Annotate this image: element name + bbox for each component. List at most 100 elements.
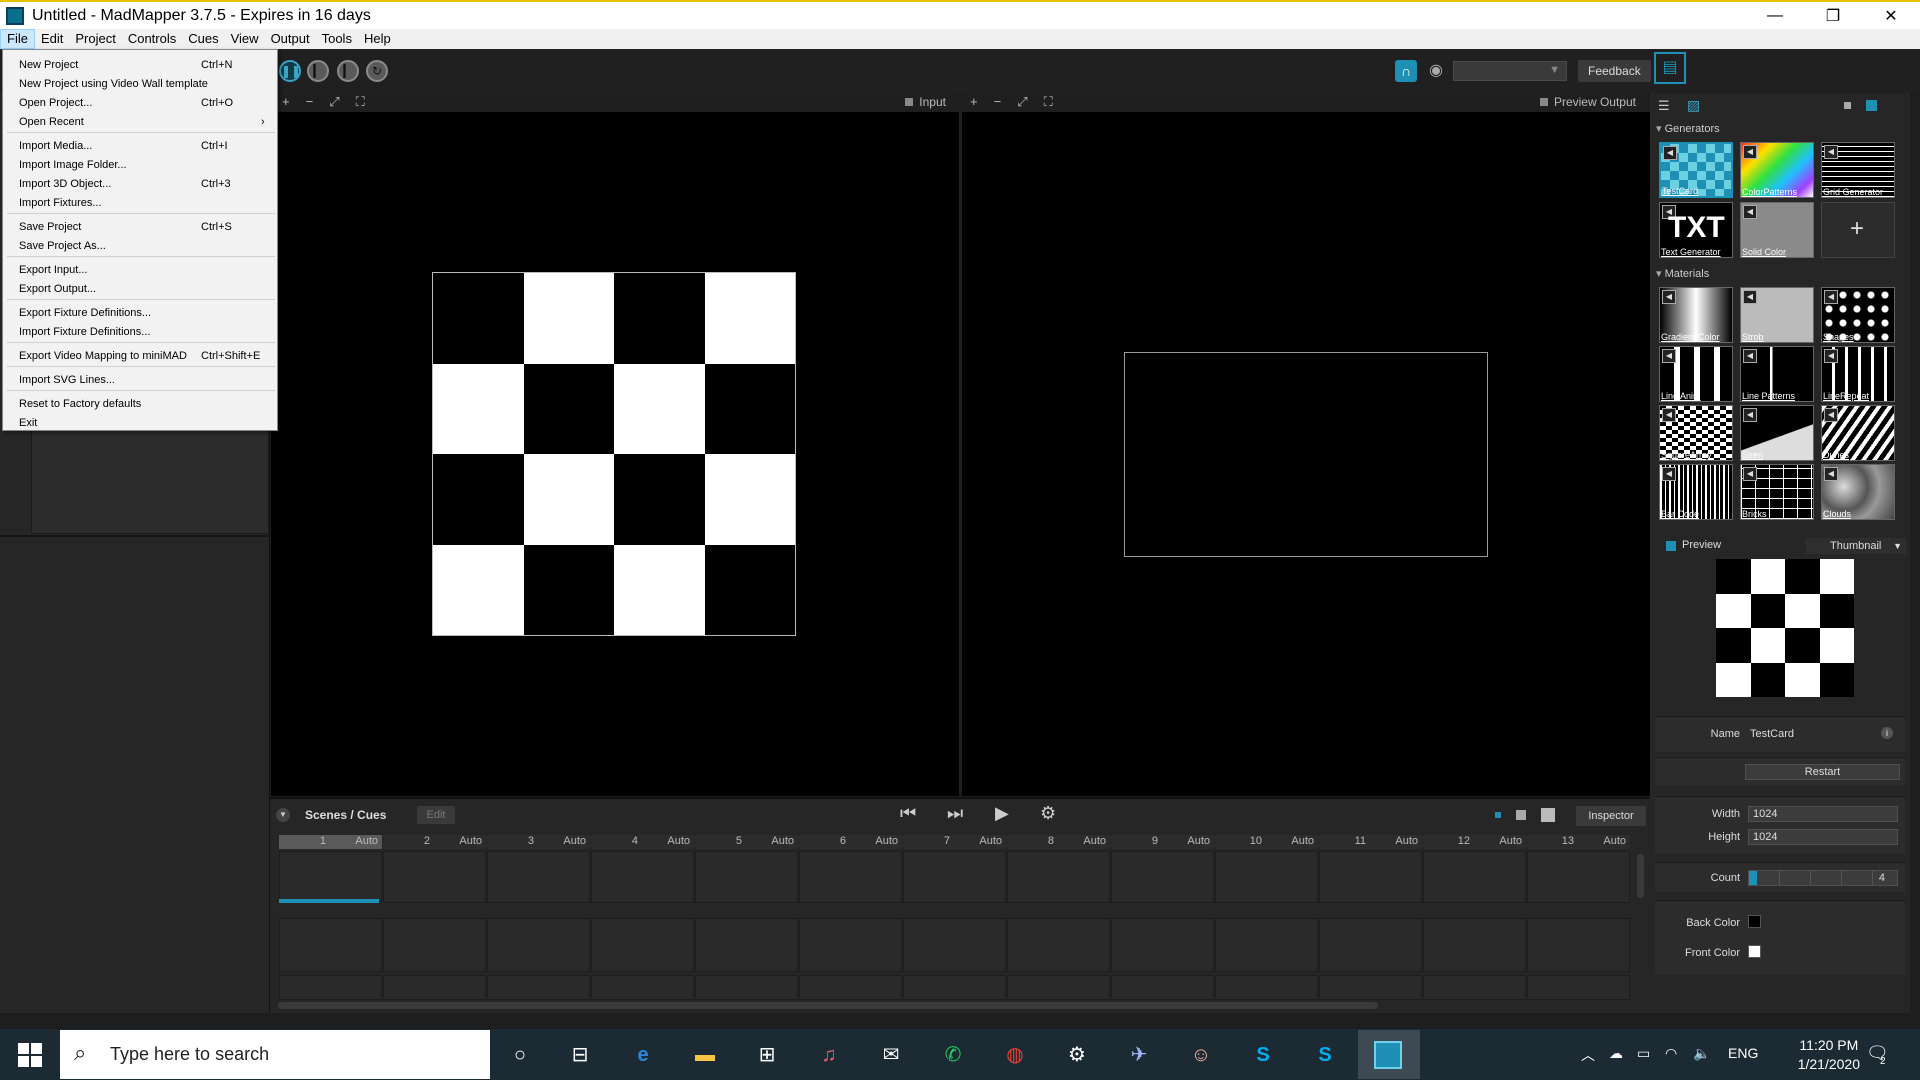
tile-gradient-color[interactable]: ◀ Gradient Color <box>1659 287 1733 343</box>
small-view-icon[interactable] <box>1495 812 1501 818</box>
file-menu-item[interactable]: Save Project <box>19 218 81 236</box>
output-select[interactable]: ▼ <box>1453 61 1567 81</box>
cue-cell[interactable] <box>591 851 694 903</box>
skype-icon[interactable]: S <box>1248 1040 1278 1070</box>
cue-cell[interactable] <box>799 851 902 903</box>
tile-squarearray[interactable]: ◀ SquareArray <box>1659 405 1733 461</box>
skip-previous-icon[interactable]: ⏮ <box>900 803 916 824</box>
feedback-button[interactable]: Feedback <box>1578 60 1651 82</box>
menu-cues[interactable]: Cues <box>182 29 224 49</box>
cue-cell[interactable] <box>903 975 1006 1000</box>
magnet-icon[interactable]: ∩ <box>1395 60 1417 82</box>
height-field[interactable]: 1024 <box>1748 829 1898 845</box>
cue-cell[interactable] <box>487 851 590 903</box>
materials-title[interactable]: Materials <box>1656 267 1710 280</box>
cue-cell[interactable] <box>1007 918 1110 972</box>
frame-icon[interactable]: ⛶ <box>1044 94 1053 110</box>
file-menu-item[interactable]: Export Fixture Definitions... <box>19 304 151 322</box>
tile-text-generator[interactable]: ◀ TXT Text Generator <box>1659 202 1733 258</box>
file-menu-item[interactable]: Import Fixtures... <box>19 194 102 212</box>
cue-cell[interactable] <box>383 851 486 903</box>
count-slider[interactable]: 4 <box>1748 870 1898 886</box>
cue-cell[interactable] <box>903 918 1006 972</box>
cue-cell[interactable] <box>695 851 798 903</box>
cue-cell[interactable] <box>591 975 694 1000</box>
volume-icon[interactable]: 🔈 <box>1693 1045 1710 1062</box>
tile-strob[interactable]: ◀ Strob <box>1740 287 1814 343</box>
file-menu-item[interactable]: Save Project As... <box>19 237 106 255</box>
large-tile-icon[interactable] <box>1866 100 1877 111</box>
battery-icon[interactable]: ▭ <box>1637 1045 1650 1062</box>
preview-toggle[interactable] <box>1666 541 1676 551</box>
medium-view-icon[interactable] <box>1516 810 1526 820</box>
menu-tools[interactable]: Tools <box>316 29 358 49</box>
cue-cell[interactable] <box>1319 975 1422 1000</box>
eye-icon[interactable]: ◉ <box>1425 60 1447 82</box>
file-menu-item[interactable]: Export Input... <box>19 261 87 279</box>
fit-icon[interactable]: ⤢ <box>329 94 339 110</box>
menu-file[interactable]: File <box>0 29 35 49</box>
zoom-out-icon[interactable]: − <box>306 94 314 110</box>
file-menu-item[interactable]: Import Media... <box>19 137 92 155</box>
file-menu-item[interactable]: Open Project... <box>19 94 92 112</box>
menu-project[interactable]: Project <box>69 29 121 49</box>
front-color-swatch[interactable] <box>1748 945 1761 958</box>
cue-column-header[interactable]: 7 Auto <box>903 835 1006 849</box>
file-menu-item[interactable]: Open Recent <box>19 113 84 131</box>
cue-cell[interactable] <box>591 918 694 972</box>
cue-cell[interactable] <box>1423 918 1526 972</box>
tile-grid-generator[interactable]: ◀ Grid Generator <box>1821 142 1895 198</box>
input-test-card[interactable] <box>432 272 796 636</box>
restart-button[interactable]: Restart <box>1745 764 1900 780</box>
cue-cell[interactable] <box>383 975 486 1000</box>
menu-view[interactable]: View <box>225 29 265 49</box>
cue-cell[interactable] <box>799 918 902 972</box>
cue-cell[interactable] <box>279 975 382 1000</box>
back-color-swatch[interactable] <box>1748 915 1761 928</box>
cue-column-header[interactable]: 12 Auto <box>1423 835 1526 849</box>
tile-bricks[interactable]: ◀ Bricks <box>1740 464 1814 520</box>
add-generator-button[interactable]: + <box>1821 202 1895 258</box>
taskbar-search-box[interactable]: ⌕ Type here to search <box>60 1030 490 1079</box>
play-icon[interactable]: ▶ <box>995 803 1009 824</box>
cue-column-header[interactable]: 11 Auto <box>1319 835 1422 849</box>
cue-cell[interactable] <box>1527 851 1630 903</box>
settings-gear-icon[interactable]: ⚙ <box>1040 803 1056 824</box>
show-hidden-icons[interactable]: ︿ <box>1581 1045 1595 1065</box>
chrome-icon[interactable]: ◍ <box>1000 1040 1030 1070</box>
file-menu-item[interactable]: New Project <box>19 56 78 74</box>
cue-cell[interactable] <box>695 918 798 972</box>
large-view-icon[interactable] <box>1541 808 1555 822</box>
menu-help[interactable]: Help <box>358 29 397 49</box>
cue-cell[interactable] <box>1319 851 1422 903</box>
cue-column-header[interactable]: 10 Auto <box>1215 835 1318 849</box>
cue-cell[interactable] <box>1319 918 1422 972</box>
mail-icon[interactable]: ✉ <box>876 1040 906 1070</box>
cue-cell[interactable] <box>1215 975 1318 1000</box>
tile-colorpatterns[interactable]: ◀ ColorPatterns <box>1740 142 1814 198</box>
cue-column-header[interactable]: 13 Auto <box>1527 835 1630 849</box>
cue-cell[interactable] <box>1111 918 1214 972</box>
tile-dunes[interactable]: ◀ Dunes <box>1821 405 1895 461</box>
tile-line-patterns[interactable]: ◀ Line Patterns <box>1740 346 1814 402</box>
vertical-scrollbar[interactable] <box>1637 854 1644 898</box>
generators-title[interactable]: Generators <box>1656 122 1720 135</box>
collapse-icon[interactable]: ▼ <box>276 808 290 822</box>
file-menu-item[interactable]: Reset to Factory defaults <box>19 395 141 413</box>
windows-start-icon[interactable] <box>18 1043 42 1067</box>
cue-cell[interactable] <box>1007 975 1110 1000</box>
cortana-icon[interactable]: ○ <box>505 1040 535 1070</box>
center-align-icon[interactable]: ▎ <box>337 60 359 82</box>
cue-cell[interactable] <box>1215 918 1318 972</box>
taskbar-clock[interactable]: 11:20 PM 1/21/2020 <box>1798 1036 1860 1074</box>
cue-cell[interactable] <box>1111 975 1214 1000</box>
tile-testcard[interactable]: ◀ TestCard <box>1659 142 1733 198</box>
preview-mode-select[interactable]: Thumbnail ▼ <box>1806 538 1906 554</box>
cue-cell[interactable] <box>1111 851 1214 903</box>
store-icon[interactable]: ⊞ <box>752 1040 782 1070</box>
tile-siren[interactable]: ◀ Siren <box>1740 405 1814 461</box>
cue-cell[interactable] <box>383 918 486 972</box>
cue-column-header[interactable]: 5 Auto <box>695 835 798 849</box>
tile-solid-color[interactable]: ◀ Solid Color <box>1740 202 1814 258</box>
file-menu-item[interactable]: Exit <box>19 414 37 432</box>
